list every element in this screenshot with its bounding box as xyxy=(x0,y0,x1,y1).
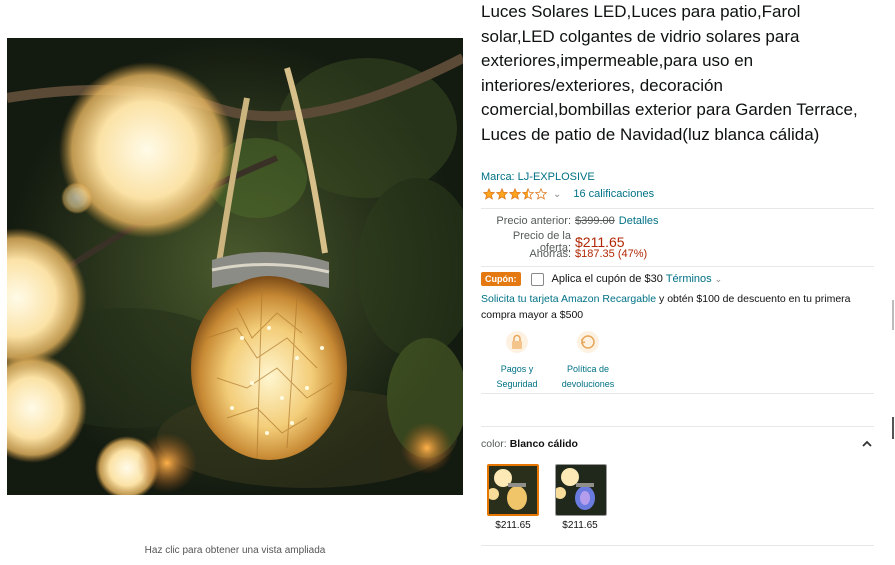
coupon-text[interactable]: Aplica el cupón de $30 xyxy=(552,273,663,285)
badge-secure-payment-line1: Pagos y xyxy=(500,364,534,374)
coupon-terms-link[interactable]: Términos xyxy=(666,273,712,285)
star-icon xyxy=(535,188,547,200)
rating-summary[interactable]: ⌄ 16 calificaciones xyxy=(483,186,654,202)
badge-return-policy-line2: devoluciones xyxy=(561,379,615,389)
chevron-down-icon[interactable]: ⌄ xyxy=(553,189,561,200)
badge-return-policy[interactable]: Política de devoluciones xyxy=(548,330,628,392)
badge-return-policy-line1: Política de xyxy=(566,364,610,374)
star-rating[interactable] xyxy=(483,188,547,200)
badge-secure-payment[interactable]: Pagos y Seguridad xyxy=(477,330,557,392)
color-swatch-multicolor[interactable] xyxy=(555,464,607,516)
image-zoom-hint: Haz clic para obtener una vista ampliada xyxy=(144,545,326,556)
scrollbar-thumb[interactable] xyxy=(892,417,894,439)
previous-price-value: $399.00 xyxy=(575,215,615,227)
chevron-up-icon[interactable] xyxy=(862,438,872,450)
brand-link[interactable]: Marca: LJ-EXPLOSIVE xyxy=(481,171,595,183)
product-title: Luces Solares LED,Luces para patio,Farol… xyxy=(481,2,858,144)
color-selector-header[interactable]: color: Blanco cálido xyxy=(481,438,874,450)
product-main-image[interactable] xyxy=(7,38,463,495)
savings-label: Ahorras: xyxy=(529,248,571,260)
savings-value: $187.35 (47%) xyxy=(575,248,648,260)
card-promo-link[interactable]: Solicita tu tarjeta Amazon Recargable xyxy=(481,293,656,305)
price-details-link[interactable]: Detalles xyxy=(619,215,659,227)
badge-secure-payment-line2: Seguridad xyxy=(496,379,538,389)
card-promo: Solicita tu tarjeta Amazon Recargable y … xyxy=(481,292,866,323)
coupon-badge: Cupón: xyxy=(481,272,521,286)
previous-price-row: Precio anterior: $399.00 Detalles xyxy=(481,215,659,227)
coupon-checkbox[interactable] xyxy=(530,272,544,286)
scrollbar-track[interactable] xyxy=(892,300,894,330)
swatch-price: $211.65 xyxy=(562,520,598,531)
star-icon xyxy=(509,188,521,200)
star-icon xyxy=(496,188,508,200)
color-label: color: xyxy=(481,438,507,450)
divider xyxy=(481,208,874,209)
lock-icon xyxy=(505,330,529,354)
return-icon xyxy=(576,330,600,354)
swatch-price: $211.65 xyxy=(495,520,531,531)
savings-row: Ahorras: $187.35 (47%) xyxy=(481,248,647,260)
previous-price-label: Precio anterior: xyxy=(496,215,571,227)
star-icon xyxy=(483,188,495,200)
star-icon xyxy=(522,188,534,200)
color-swatch-warm-white[interactable] xyxy=(487,464,539,516)
divider xyxy=(481,393,874,394)
divider xyxy=(481,266,874,267)
divider xyxy=(481,426,874,427)
coupon-row: Cupón: Aplica el cupón de $30 Términos ⌄ xyxy=(481,272,722,286)
color-selected-value: Blanco cálido xyxy=(509,438,578,450)
divider xyxy=(481,545,874,546)
ratings-count-link[interactable]: 16 calificaciones xyxy=(573,188,654,200)
chevron-down-icon[interactable]: ⌄ xyxy=(715,274,723,285)
